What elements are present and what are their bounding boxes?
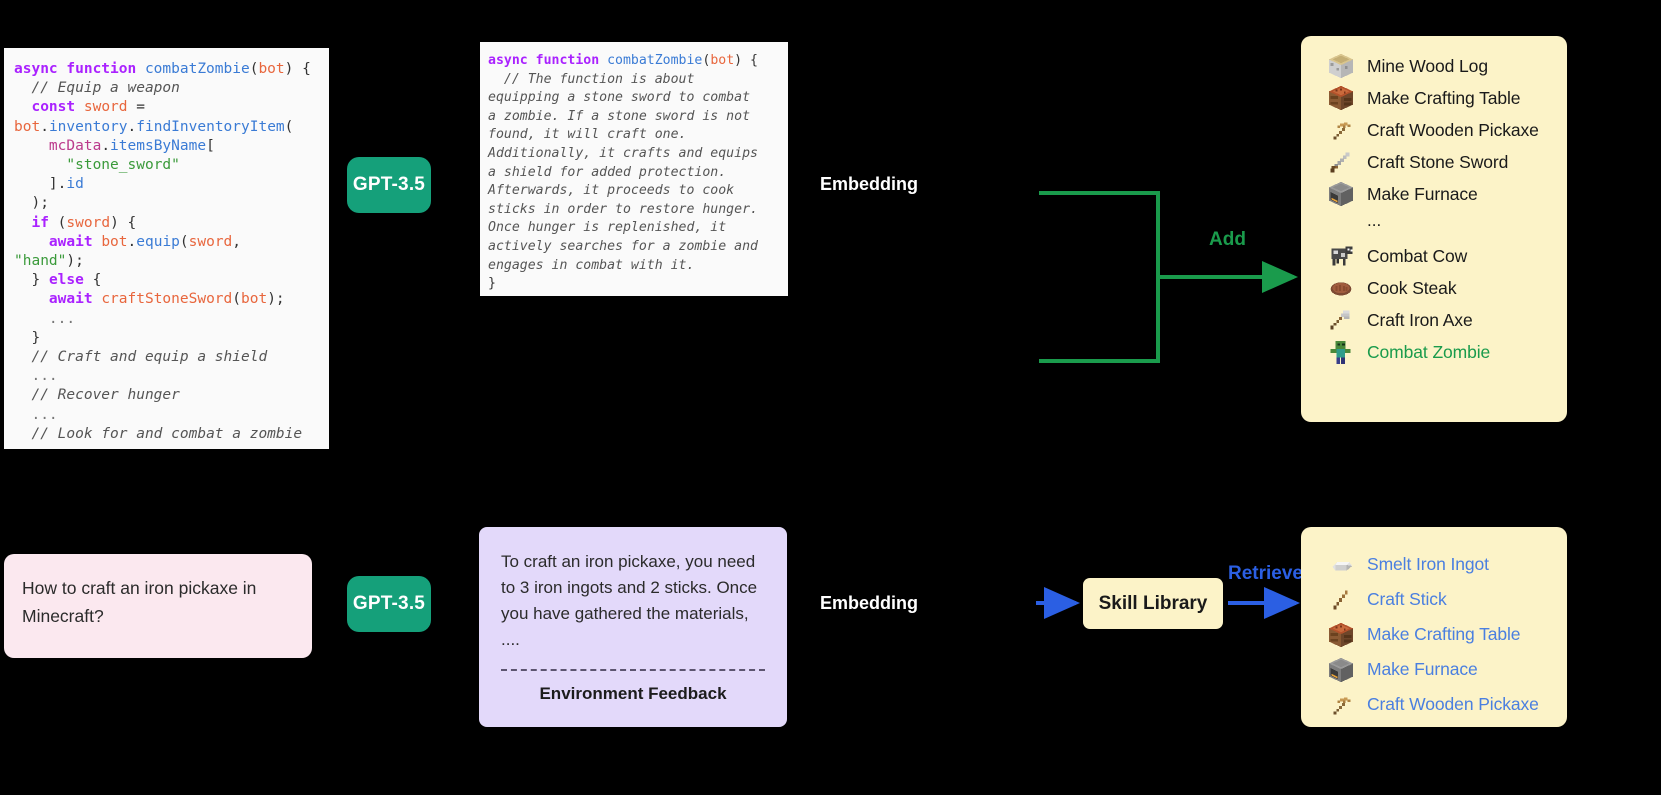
crafting-table-icon xyxy=(1323,619,1359,651)
skill-item-label: Make Crafting Table xyxy=(1367,624,1521,644)
embedding-label-bottom: Embedding xyxy=(820,593,918,613)
skill-item-label: Make Furnace xyxy=(1367,659,1478,679)
answer-text: To craft an iron pickaxe, you need to 3 … xyxy=(501,552,758,649)
cow-icon xyxy=(1323,240,1359,272)
iron-ingot-icon xyxy=(1323,549,1359,581)
add-label: Add xyxy=(1209,229,1246,250)
skill-list-item[interactable]: Cook Steak xyxy=(1323,272,1557,304)
wooden-pickaxe-icon xyxy=(1323,689,1359,721)
skill-list-item[interactable]: Combat Zombie xyxy=(1323,336,1557,368)
skill-description-panel: async function combatZombie(bot) { // Th… xyxy=(480,42,788,296)
steak-icon xyxy=(1323,272,1359,304)
zombie-icon xyxy=(1323,336,1359,368)
skill-item-label: Make Crafting Table xyxy=(1367,87,1521,108)
gpt-badge-bottom[interactable]: GPT-3.5 xyxy=(347,576,431,632)
iron-axe-icon xyxy=(1323,304,1359,336)
skill-list-item[interactable]: Make Furnace xyxy=(1323,652,1557,687)
generated-code-text: async function combatZombie(bot) { // Eq… xyxy=(14,61,311,449)
environment-feedback-label: Environment Feedback xyxy=(539,684,727,703)
skill-list-item[interactable]: Make Crafting Table xyxy=(1323,82,1557,114)
skill-list-item[interactable]: Craft Wooden Pickaxe xyxy=(1323,687,1557,722)
green-bracket xyxy=(1039,191,1160,363)
diagram-canvas: async function combatZombie(bot) { // Eq… xyxy=(0,0,1661,795)
skill-list-item[interactable]: Craft Stick xyxy=(1323,582,1557,617)
skill-description-text: async function combatZombie(bot) { // Th… xyxy=(488,53,758,292)
skill-list-ellipsis: ... xyxy=(1367,211,1382,230)
skill-item-label: Craft Wooden Pickaxe xyxy=(1367,694,1539,714)
gpt-badge-top[interactable]: GPT-3.5 xyxy=(347,157,431,213)
skill-item-label: Make Furnace xyxy=(1367,183,1478,204)
skill-library-list-top: Mine Wood Log Make Crafting Table Craft Wo… xyxy=(1301,36,1567,422)
skill-item-label: Combat Cow xyxy=(1367,245,1468,266)
skill-list-item[interactable]: Combat Cow xyxy=(1323,240,1557,272)
stone-sword-icon xyxy=(1323,146,1359,178)
skill-list-item[interactable]: Make Crafting Table xyxy=(1323,617,1557,652)
furnace-icon xyxy=(1323,178,1359,210)
answer-feedback-bubble: To craft an iron pickaxe, you need to 3 … xyxy=(479,527,787,727)
skill-item-label: Combat Zombie xyxy=(1367,341,1491,362)
skill-list-item[interactable]: Make Furnace xyxy=(1323,178,1557,210)
skill-list-item[interactable]: Craft Stone Sword xyxy=(1323,146,1557,178)
skill-list-item[interactable]: Craft Wooden Pickaxe xyxy=(1323,114,1557,146)
furnace-icon xyxy=(1323,654,1359,686)
skill-item-label: Craft Stone Sword xyxy=(1367,151,1509,172)
stick-icon xyxy=(1323,584,1359,616)
skill-item-label: Craft Stick xyxy=(1367,589,1447,609)
skill-item-label: Cook Steak xyxy=(1367,277,1457,298)
skill-item-label: Mine Wood Log xyxy=(1367,55,1488,76)
generated-code-panel: async function combatZombie(bot) { // Eq… xyxy=(4,48,329,449)
skill-list-item[interactable]: Craft Iron Axe xyxy=(1323,304,1557,336)
skill-item-label: Craft Wooden Pickaxe xyxy=(1367,119,1539,140)
log-block-icon xyxy=(1323,50,1359,82)
skill-library-list-bottom: Smelt Iron Ingot Craft Stick Make Crafting… xyxy=(1301,527,1567,727)
retrieve-label: Retrieve xyxy=(1228,563,1303,584)
crafting-table-icon xyxy=(1323,82,1359,114)
skill-library-box[interactable]: Skill Library xyxy=(1083,578,1223,629)
embedding-label-top: Embedding xyxy=(820,174,918,194)
divider xyxy=(501,669,765,671)
skill-item-label: Craft Iron Axe xyxy=(1367,309,1473,330)
skill-list-item[interactable]: Smelt Iron Ingot xyxy=(1323,547,1557,582)
wooden-pickaxe-icon xyxy=(1323,114,1359,146)
skill-item-label: Smelt Iron Ingot xyxy=(1367,554,1489,574)
skill-list-item[interactable]: Mine Wood Log xyxy=(1323,50,1557,82)
user-question-bubble: How to craft an iron pickaxe in Minecraf… xyxy=(4,554,312,658)
